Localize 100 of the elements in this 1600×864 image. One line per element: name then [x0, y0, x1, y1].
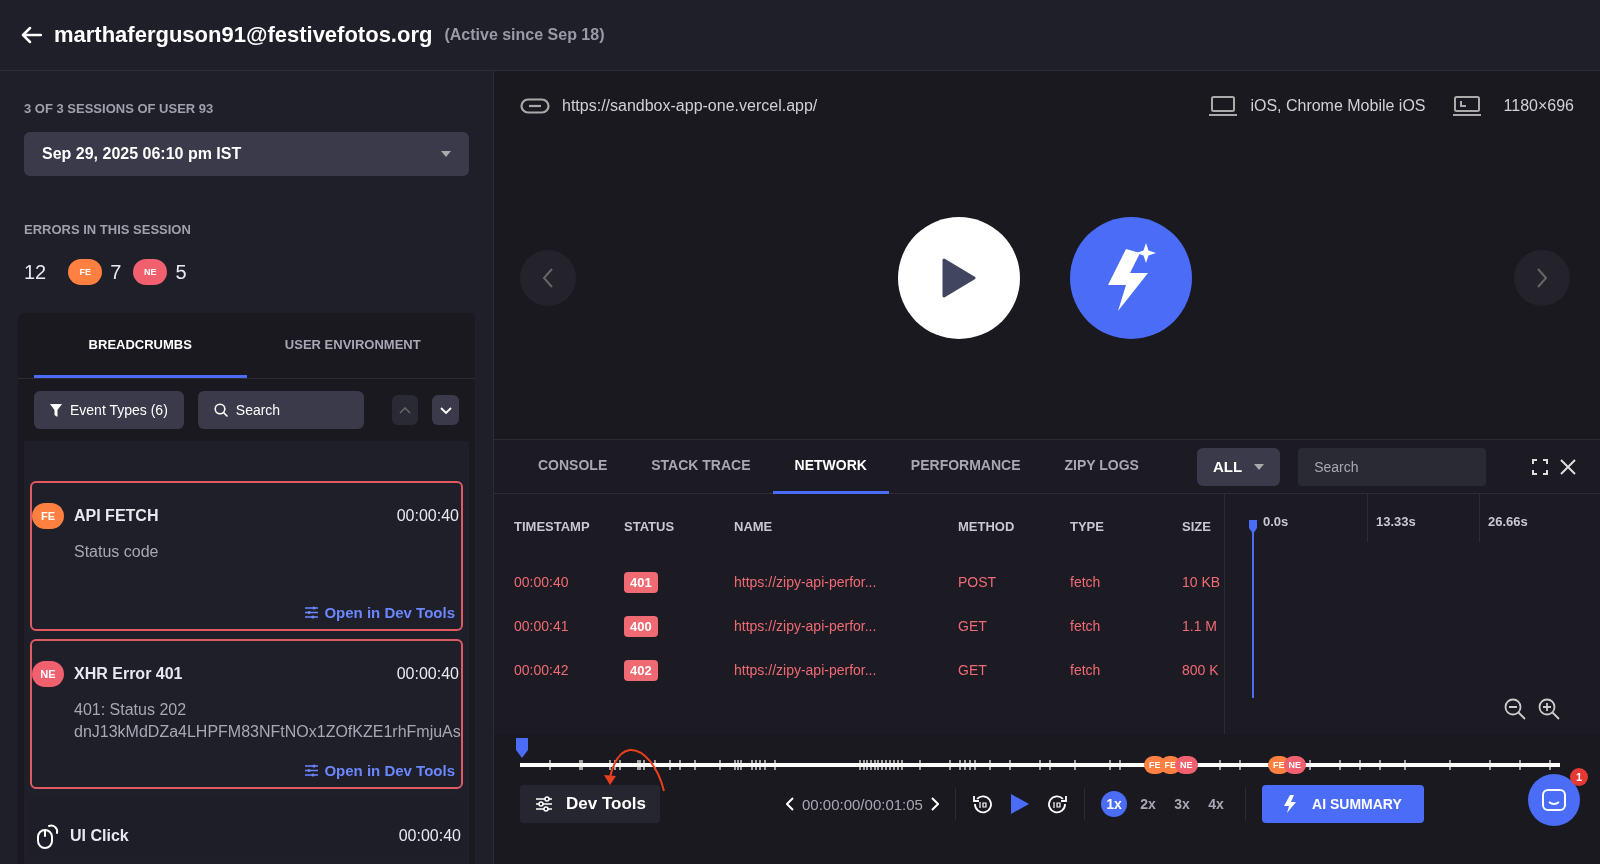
error-type-badge: NE: [32, 661, 64, 687]
panel-tab[interactable]: USER ENVIRONMENT: [246, 313, 459, 378]
error-event-card[interactable]: NE XHR Error 401 00:00:40 401: Status 202 dnJ13kMdDZa4LHPFM83NFtNOx1ZOfKZE1rhFmjuAs Open in Dev Tools: [30, 639, 463, 789]
zoom-in-button[interactable]: [1538, 698, 1560, 720]
speed-option[interactable]: 4x: [1202, 791, 1229, 817]
dev-tools-tab[interactable]: CONSOLE: [516, 439, 630, 494]
user-email: marthaferguson91@festivefotos.org: [54, 22, 433, 48]
speed-option[interactable]: 1x: [1100, 791, 1127, 817]
link-icon: [520, 98, 550, 114]
table-cell-text: 00:00:41: [514, 617, 570, 636]
dev-tools-tab[interactable]: NETWORK: [772, 439, 889, 494]
resolution-text: 1180×696: [1503, 97, 1574, 115]
forward-button[interactable]: [1045, 793, 1068, 815]
column-header: TYPE: [1070, 517, 1105, 536]
waterfall-tick-label: 26.66s: [1479, 494, 1591, 542]
back-arrow-icon: [20, 26, 42, 44]
zoom-in-icon: [1538, 698, 1560, 720]
sliders-icon: [305, 764, 319, 777]
error-total: 12: [24, 260, 47, 284]
table-cell-text: 00:00:42: [514, 661, 570, 680]
event-types-button[interactable]: Event Types (6): [34, 391, 184, 429]
dev-tools-tab[interactable]: ZIPY LOGS: [1042, 439, 1161, 494]
waterfall-tick-label: 13.33s: [1367, 494, 1479, 542]
forward-icon: [1045, 793, 1068, 815]
chevron-left-icon: [786, 797, 794, 811]
timeline-track[interactable]: [520, 758, 1560, 772]
table-cell-text: GET: [958, 617, 988, 636]
table-cell-text: https://zipy-api-perfor...: [734, 661, 878, 680]
close-button[interactable]: [1560, 458, 1576, 475]
zoom-out-icon: [1504, 698, 1526, 720]
table-cell-text: fetch: [1070, 661, 1102, 680]
column-header: STATUS: [624, 517, 676, 536]
active-since-text: (Active since Sep 18): [444, 26, 605, 44]
event-time: 00:00:40: [396, 665, 460, 683]
table-cell-text: 1.1 M: [1182, 617, 1218, 636]
search-field[interactable]: Search: [197, 391, 364, 429]
mouse-icon: [36, 823, 60, 849]
open-in-dev-tools-link[interactable]: Open in Dev Tools: [305, 762, 455, 779]
zoom-out-button[interactable]: [1504, 698, 1526, 720]
chat-button[interactable]: [1528, 774, 1580, 826]
session-dropdown[interactable]: Sep 29, 2025 06:10 pm IST: [24, 132, 469, 176]
event-title: XHR Error 401: [74, 665, 184, 683]
status-badge: 401: [624, 571, 658, 593]
event-title: API FETCH: [74, 507, 160, 525]
chevron-up-icon: [399, 406, 412, 414]
search-field[interactable]: Search: [1298, 447, 1487, 486]
back-button[interactable]: [20, 26, 42, 44]
caret-icon: [1254, 463, 1265, 470]
error-count: 5: [175, 260, 187, 284]
table-cell-text: GET: [958, 661, 988, 680]
event-time: 00:00:40: [398, 827, 462, 845]
play-icon: [942, 258, 976, 298]
screen-resize-icon: [1451, 95, 1482, 117]
table-cell-text: 10 KB: [1182, 573, 1222, 592]
error-event-card[interactable]: FE API FETCH 00:00:40 Status code Open in Dev Tools: [30, 481, 463, 631]
playhead-marker[interactable]: [516, 738, 528, 758]
notification-count: 1: [1570, 768, 1588, 786]
table-cell-text: fetch: [1070, 573, 1102, 592]
event-title: UI Click: [70, 827, 130, 845]
scroll-down-button[interactable]: [432, 395, 459, 425]
dev-tools-tab[interactable]: STACK TRACE: [629, 439, 773, 494]
open-in-dev-tools-link[interactable]: Open in Dev Tools: [305, 604, 455, 621]
rewind-button[interactable]: [971, 793, 994, 815]
ai-summary-button[interactable]: AI SUMMARY: [1261, 785, 1424, 823]
lightning-icon: [1284, 795, 1299, 813]
next-event-button[interactable]: [930, 797, 939, 811]
column-header: NAME: [734, 517, 774, 536]
event-details: Status code: [73, 542, 160, 562]
filter-dropdown[interactable]: ALL: [1196, 447, 1281, 486]
table-cell-text: fetch: [1070, 617, 1102, 636]
error-type-badge: FE: [32, 503, 64, 529]
status-badge: 402: [624, 659, 658, 681]
play-icon: [1009, 793, 1030, 815]
errors-label: ERRORS IN THIS SESSION: [24, 222, 192, 237]
laptop-icon: [1208, 95, 1239, 117]
previous-event-button[interactable]: [786, 797, 794, 811]
table-cell-text: https://zipy-api-perfor...: [734, 617, 878, 636]
error-type-badge: NE: [133, 259, 168, 285]
speed-option[interactable]: 3x: [1168, 791, 1195, 817]
rewind-icon: [971, 793, 994, 815]
dev-tools-button[interactable]: Dev Tools: [520, 785, 660, 823]
speed-option[interactable]: 2x: [1134, 791, 1161, 817]
sliders-icon: [305, 606, 319, 619]
chevron-left-icon: [542, 268, 554, 288]
panel-tab[interactable]: BREADCRUMBS: [34, 313, 247, 378]
fullscreen-icon: [1532, 458, 1548, 475]
sliders-icon: [536, 796, 552, 812]
error-count: 7: [110, 260, 122, 284]
error-type-badge: FE: [68, 259, 103, 285]
close-icon: [1560, 458, 1576, 475]
column-header: METHOD: [958, 517, 1016, 536]
event-time: 00:00:40: [396, 507, 460, 525]
lightning-sparkle-icon: [1106, 243, 1156, 313]
fullscreen-button[interactable]: [1532, 458, 1548, 475]
chevron-right-icon: [930, 797, 939, 811]
event-details: 401: Status 202 dnJ13kMdDZa4LHPFM83NFtNOx1ZOfKZE1rhFmjuAs: [73, 700, 461, 742]
dev-tools-tab[interactable]: PERFORMANCE: [888, 439, 1043, 494]
column-header: TIMESTAMP: [514, 517, 591, 536]
column-header: SIZE: [1182, 517, 1212, 536]
sessions-label: 3 OF 3 SESSIONS OF USER 93: [24, 101, 215, 116]
